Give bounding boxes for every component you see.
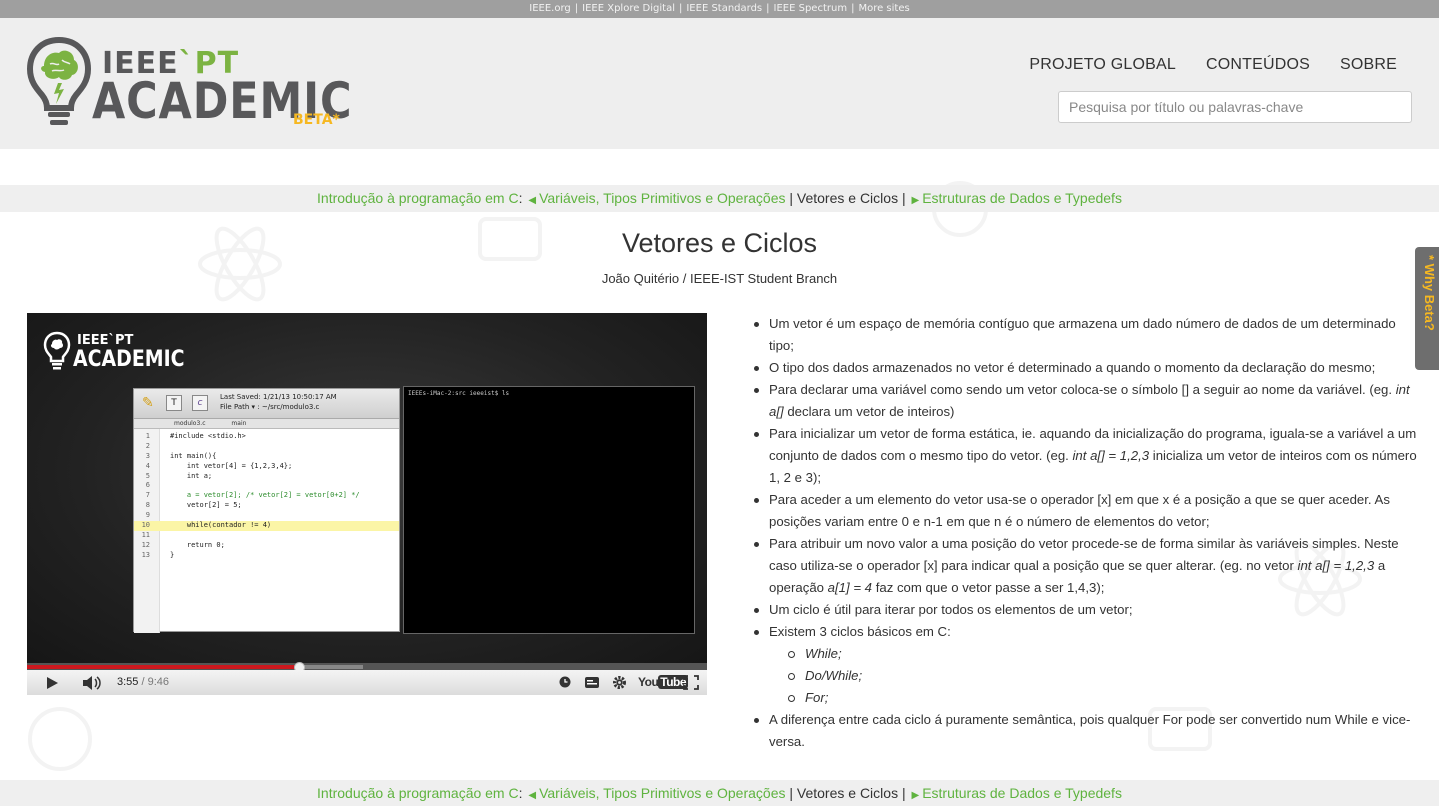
list-item: O tipo dos dados armazenados no vetor é …: [750, 357, 1422, 379]
editor-file-tab: modulo3.c: [174, 420, 206, 427]
video-controls: 3:55 / 9:46 You Tube: [27, 670, 707, 695]
video-time-separator: /: [138, 676, 148, 688]
list-item: Para declarar uma variável como sendo um…: [750, 379, 1422, 423]
list-item: Existem 3 ciclos básicos em C: While; Do…: [750, 621, 1422, 709]
chevron-right-icon: ▶: [911, 790, 920, 801]
text-icon: T: [166, 395, 182, 411]
youtube-logo[interactable]: You Tube: [638, 675, 689, 689]
breadcrumb-next-link[interactable]: Estruturas de Dados e Typedefs: [922, 785, 1122, 801]
editor-tabbar: modulo3.c main: [134, 419, 399, 429]
editor-last-saved: Last Saved: 1/21/13 10:50:17 AM: [220, 393, 337, 401]
lesson-breadcrumb-bottom: Introdução à programação em C: ◀ Variávei…: [0, 780, 1439, 806]
code-line: 2: [145, 441, 150, 450]
code-line: 5 int a;: [145, 471, 213, 480]
editor-code: 1 #include <stdio.h> 2 3 int main(){ 4 int…: [134, 429, 399, 633]
nav-projeto-global[interactable]: PROJETO GLOBAL: [1029, 56, 1176, 74]
code-line: 8 vetor[2] = 5;: [145, 501, 242, 510]
editor-toolbar: ✎ T c Last Saved: 1/21/13 10:50:17 AM Fi…: [134, 389, 399, 419]
breadcrumb-pipe: |: [901, 190, 906, 206]
breadcrumb-current: Vetores e Ciclos: [796, 785, 899, 801]
gear-icon[interactable]: [612, 675, 627, 690]
c-file-icon: c: [192, 395, 208, 411]
fullscreen-icon[interactable]: [683, 675, 699, 690]
link-ieee-standards[interactable]: IEEE Standards: [686, 3, 762, 14]
lightbulb-brain-icon: [26, 36, 92, 125]
chevron-left-icon: ◀: [528, 195, 537, 206]
logo-beta: BETA*: [293, 112, 340, 128]
breadcrumb-pipe: |: [789, 785, 794, 801]
list-item: Para aceder a um elemento do vetor usa-s…: [750, 489, 1422, 533]
list-item: Um vetor é um espaço de memória contíguo…: [750, 313, 1422, 357]
clock-icon[interactable]: [559, 676, 571, 688]
breadcrumb-colon: :: [518, 190, 523, 206]
video-played: [27, 665, 301, 669]
video-logo-academic: ACADEMIC: [73, 347, 185, 372]
video-current-time: 3:55: [117, 676, 139, 688]
code-line: 6: [145, 481, 150, 490]
chevron-right-icon: ▶: [911, 195, 920, 206]
link-ieee-xplore[interactable]: IEEE Xplore Digital: [582, 3, 675, 14]
sub-list-item: While;: [786, 643, 1422, 665]
captions-icon[interactable]: [585, 677, 599, 688]
volume-icon[interactable]: [82, 676, 102, 690]
terminal-prompt: IEEEs-iMac-2:src ieeeist$ ls: [408, 390, 510, 397]
terminal-window: IEEEs-iMac-2:src ieeeist$ ls: [403, 386, 695, 634]
code-line: 7 a = vetor[2]; /* vetor[2] = vetor[0+2]…: [145, 491, 360, 500]
link-ieee-spectrum[interactable]: IEEE Spectrum: [774, 3, 848, 14]
video-frame[interactable]: IEEE`PT ACADEMIC ✎ T c Last Saved: 1/21/…: [27, 313, 707, 663]
list-item: A diferença entre cada ciclo á puramente…: [750, 709, 1422, 753]
ieee-sites-bar: IEEE.org | IEEE Xplore Digital | IEEE Standa…: [0, 0, 1439, 18]
code-line: 3 int main(){: [145, 451, 217, 460]
list-item: Para inicializar um vetor de forma estát…: [750, 423, 1422, 489]
breadcrumb-next-link[interactable]: Estruturas de Dados e Typedefs: [922, 190, 1122, 206]
play-icon[interactable]: [45, 676, 59, 690]
video-logo-ieee-pt: IEEE`PT: [77, 333, 134, 348]
code-line: 11: [141, 530, 150, 539]
pencil-icon: ✎: [142, 395, 154, 411]
lesson-notes: Um vetor é um espaço de memória contíguo…: [750, 313, 1422, 753]
code-line: 13}: [141, 550, 175, 559]
site-logo[interactable]: IEEE`PT ACADEMIC BETA*: [26, 36, 352, 136]
chevron-left-icon: ◀: [528, 790, 537, 801]
page-author: João Quitério / IEEE-IST Student Branch: [601, 271, 838, 286]
video-player[interactable]: IEEE`PT ACADEMIC ✎ T c Last Saved: 1/21/…: [27, 313, 707, 695]
sub-list-item: Do/While;: [786, 665, 1422, 687]
list-item: Um ciclo é útil para iterar por todos os…: [750, 599, 1422, 621]
breadcrumb-current: Vetores e Ciclos: [796, 190, 899, 206]
lesson-breadcrumb-top: Introdução à programação em C: ◀ Variávei…: [0, 185, 1439, 212]
site-header: IEEE`PT ACADEMIC BETA* PROJETO GLOBAL CO…: [0, 18, 1439, 149]
video-progress-bar[interactable]: [27, 662, 707, 673]
main-nav: PROJETO GLOBAL CONTEÚDOS SOBRE: [1029, 56, 1397, 74]
breadcrumb-course-link[interactable]: Introdução à programação em C: [317, 190, 519, 206]
page-title: Vetores e Ciclos: [621, 228, 818, 258]
editor-file-path: File Path ▾ : ~/src/modulo3.c: [220, 403, 320, 411]
code-line-highlighted: 10 while(contador != 4): [134, 521, 399, 531]
video-time: 3:55 / 9:46: [117, 676, 169, 688]
link-ieee-org[interactable]: IEEE.org: [529, 3, 570, 14]
video-duration: 9:46: [147, 676, 170, 688]
nav-sobre[interactable]: SOBRE: [1340, 56, 1397, 74]
sub-list-item: For;: [786, 687, 1422, 709]
search-input[interactable]: [1058, 91, 1412, 123]
breadcrumb-colon: :: [518, 785, 523, 801]
breadcrumb-course-link[interactable]: Introdução à programação em C: [317, 785, 519, 801]
breadcrumb-pipe: |: [901, 785, 906, 801]
link-more-sites[interactable]: More sites: [858, 3, 909, 14]
lightbulb-icon: [43, 331, 71, 370]
code-line: 4 int vetor[4] = {1,2,3,4};: [145, 461, 293, 470]
code-line: 1 #include <stdio.h>: [145, 432, 246, 440]
why-beta-label: * Why Beta?: [1422, 255, 1437, 331]
breadcrumb-prev-link[interactable]: Variáveis, Tipos Primitivos e Operações: [539, 785, 785, 801]
code-line: 9: [145, 511, 150, 520]
editor-func-tab: main: [231, 420, 247, 427]
code-editor-window: ✎ T c Last Saved: 1/21/13 10:50:17 AM Fi…: [133, 388, 400, 633]
list-item: Para atribuir um novo valor a uma posiçã…: [750, 533, 1422, 599]
breadcrumb-pipe: |: [789, 190, 794, 206]
code-line: 12 return 0;: [141, 540, 225, 549]
nav-conteudos[interactable]: CONTEÚDOS: [1206, 56, 1310, 74]
why-beta-tab[interactable]: * Why Beta?: [1415, 247, 1439, 370]
breadcrumb-prev-link[interactable]: Variáveis, Tipos Primitivos e Operações: [539, 190, 785, 206]
